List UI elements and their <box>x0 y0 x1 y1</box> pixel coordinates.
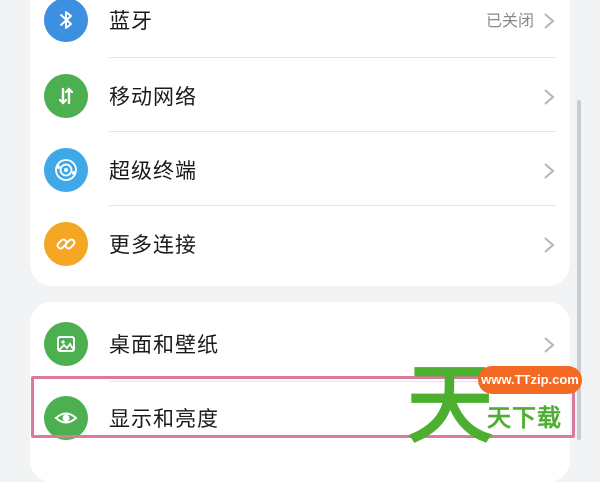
connectivity-settings-card: 蓝牙 已关闭 移动网络 超级终端 更多连接 <box>30 0 570 286</box>
chevron-right-icon <box>544 13 555 29</box>
more-connections-label: 更多连接 <box>109 233 197 257</box>
svg-text:天: 天 <box>407 355 493 450</box>
watermark-text: 天下载 <box>487 404 562 432</box>
super-device-icon <box>44 148 88 192</box>
wallpaper-icon <box>44 322 88 366</box>
chevron-right-icon <box>544 337 555 353</box>
link-icon <box>44 222 88 266</box>
watermark-url: www.TTzip.com <box>478 366 582 394</box>
chevron-right-icon <box>544 89 555 105</box>
mobile-data-icon <box>44 74 88 118</box>
chevron-right-icon <box>544 237 555 253</box>
bluetooth-icon <box>44 0 88 42</box>
divider <box>109 205 556 206</box>
mobile-network-label: 移动网络 <box>109 85 197 109</box>
super-device-label: 超级终端 <box>109 159 197 183</box>
bluetooth-status: 已关闭 <box>485 11 534 30</box>
more-connections-row[interactable]: 更多连接 <box>30 208 570 282</box>
divider <box>109 131 556 132</box>
mobile-network-row[interactable]: 移动网络 <box>30 60 570 134</box>
divider <box>109 57 556 58</box>
wallpaper-label: 桌面和壁纸 <box>109 333 219 357</box>
bluetooth-label: 蓝牙 <box>109 9 153 33</box>
super-device-row[interactable]: 超级终端 <box>30 134 570 208</box>
bluetooth-row[interactable]: 蓝牙 已关闭 <box>30 0 570 58</box>
chevron-right-icon <box>544 163 555 179</box>
